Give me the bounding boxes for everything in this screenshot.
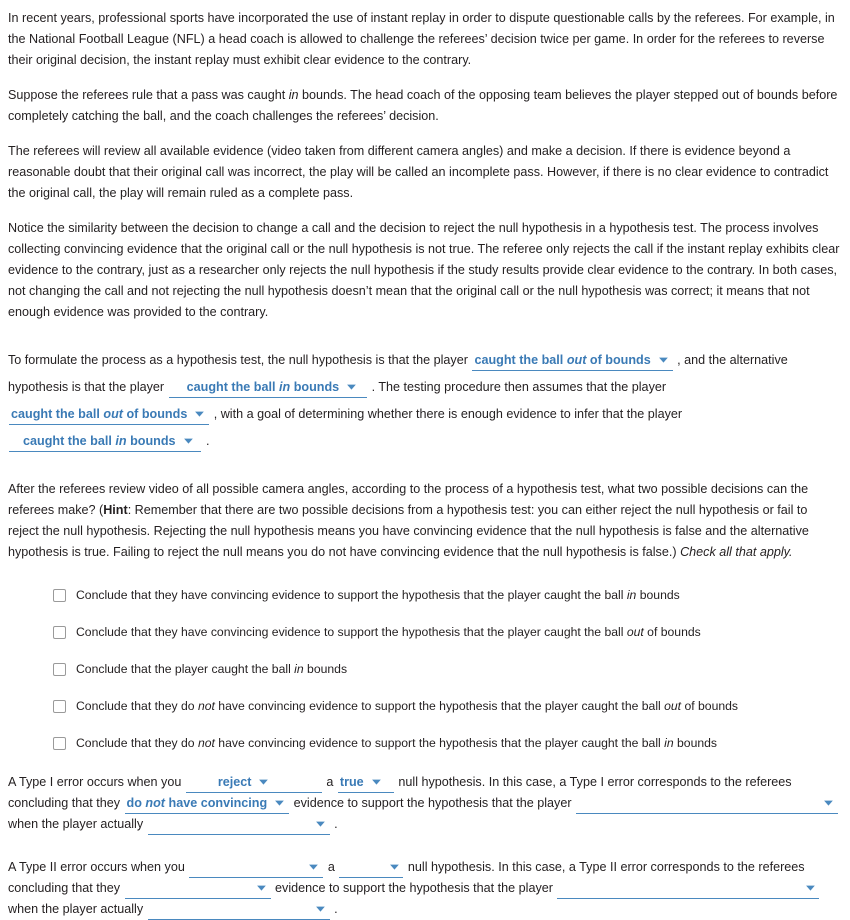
chevron-down-icon: ▼ [821, 798, 836, 808]
chevron-down-icon: ▼ [312, 819, 328, 829]
choice-label-5: Conclude that they do not have convincin… [76, 736, 717, 750]
list-item[interactable]: Conclude that they do not have convincin… [8, 698, 840, 715]
intro-paragraph-4: Notice the similarity between the decisi… [8, 221, 840, 319]
answer-choice-list: Conclude that they have convincing evide… [8, 587, 840, 752]
chevron-down-icon: ▼ [272, 798, 287, 808]
type2-text-5: when the player actually [8, 902, 144, 916]
formulate-text-1: To formulate the process as a hypothesis… [8, 353, 468, 367]
chevron-down-icon: ▼ [344, 382, 359, 392]
type1-text-6: . [334, 817, 338, 831]
type2-text-1: A Type II error occurs when you [8, 860, 185, 874]
dropdown-inference-target[interactable]: caught the ball in bounds ▼ [9, 433, 202, 452]
intro-p2-emphasis: in [288, 88, 299, 102]
type2-text-4: evidence to support the hypothesis that … [275, 881, 553, 895]
checkbox-choice-2[interactable] [53, 626, 66, 639]
dropdown-inference-target-label: caught the ball in bounds [23, 434, 176, 448]
checkbox-choice-3[interactable] [53, 663, 66, 676]
list-item[interactable]: Conclude that the player caught the ball… [8, 661, 840, 678]
type1-text-5: when the player actually [8, 817, 144, 831]
type-2-error-paragraph: A Type II error occurs when you ▼ a ▼ nu… [8, 857, 840, 920]
type1-text-2: a [326, 775, 334, 789]
worksheet-page: In recent years, professional sports hav… [0, 0, 850, 920]
choice-label-2: Conclude that they have convincing evide… [76, 625, 701, 639]
formulate-text-3: . The testing procedure then assumes tha… [371, 380, 667, 394]
dropdown-type2-conclusion[interactable]: ▼ [557, 880, 820, 899]
list-item[interactable]: Conclude that they do not have convincin… [8, 735, 840, 752]
dropdown-type1-evidence[interactable]: do not have convincing ▼ [124, 795, 290, 814]
chevron-down-icon: ▼ [312, 904, 328, 914]
intro-paragraph-1: In recent years, professional sports hav… [8, 11, 835, 67]
dropdown-type2-evidence[interactable]: ▼ [124, 880, 271, 899]
dropdown-alternative-hypothesis-label: caught the ball in bounds [186, 380, 340, 394]
list-item[interactable]: Conclude that they have convincing evide… [8, 624, 840, 641]
chevron-down-icon: ▼ [253, 883, 269, 893]
intro-paragraph-2: Suppose the referees rule that a pass wa… [8, 85, 840, 127]
dropdown-type1-null-state-label: true [339, 775, 364, 789]
question-prompt: After the referees review video of all p… [8, 479, 840, 563]
dropdown-null-hypothesis-label: caught the ball out of bounds [474, 353, 651, 367]
formulate-hypotheses-paragraph: To formulate the process as a hypothesis… [8, 347, 840, 455]
choice-label-3: Conclude that the player caught the ball… [76, 662, 348, 676]
dropdown-type1-null-state[interactable]: true ▼ [337, 774, 394, 793]
list-item[interactable]: Conclude that they have convincing evide… [8, 587, 840, 604]
chevron-down-icon: ▼ [386, 862, 402, 872]
chevron-down-icon: ▼ [368, 777, 384, 787]
dropdown-type1-decision-label: reject [217, 775, 252, 789]
chevron-down-icon: ▼ [256, 777, 272, 787]
type-1-error-paragraph: A Type I error occurs when you reject ▼ a… [8, 772, 840, 835]
type1-text-4: evidence to support the hypothesis that … [293, 796, 572, 810]
checkbox-choice-1[interactable] [53, 589, 66, 602]
dropdown-assumed-condition[interactable]: caught the ball out of bounds ▼ [9, 406, 210, 425]
dropdown-type1-actual-state[interactable]: ▼ [147, 816, 330, 835]
check-all-instruction: Check all that apply. [680, 545, 793, 559]
chevron-down-icon: ▼ [306, 862, 322, 872]
chevron-down-icon: ▼ [655, 355, 671, 365]
type1-text-1: A Type I error occurs when you [8, 775, 182, 789]
dropdown-assumed-condition-label: caught the ball out of bounds [11, 407, 188, 421]
dropdown-alternative-hypothesis[interactable]: caught the ball in bounds ▼ [168, 379, 368, 398]
checkbox-choice-4[interactable] [53, 700, 66, 713]
intro-p2-text-a: Suppose the referees rule that a pass wa… [8, 88, 289, 102]
dropdown-type1-evidence-label: do not have convincing [126, 796, 268, 810]
formulate-text-4: , with a goal of determining whether the… [213, 407, 683, 421]
type2-text-6: . [334, 902, 338, 916]
chevron-down-icon: ▼ [192, 409, 208, 419]
dropdown-type1-decision[interactable]: reject ▼ [185, 774, 322, 793]
dropdown-null-hypothesis[interactable]: caught the ball out of bounds ▼ [472, 352, 673, 371]
choice-label-1: Conclude that they have convincing evide… [76, 588, 680, 602]
choice-label-4: Conclude that they do not have convincin… [76, 699, 738, 713]
intro-paragraph-3: The referees will review all available e… [8, 144, 829, 200]
checkbox-choice-5[interactable] [53, 737, 66, 750]
dropdown-type1-conclusion[interactable]: ▼ [576, 795, 839, 814]
dropdown-type2-null-state[interactable]: ▼ [339, 859, 404, 878]
type2-text-2: a [327, 860, 335, 874]
formulate-text-5: . [205, 434, 210, 448]
dropdown-type2-actual-state[interactable]: ▼ [147, 901, 330, 920]
chevron-down-icon: ▼ [180, 436, 196, 446]
dropdown-type2-decision[interactable]: ▼ [189, 859, 324, 878]
hint-label: Hint [103, 503, 128, 517]
chevron-down-icon: ▼ [802, 883, 818, 893]
